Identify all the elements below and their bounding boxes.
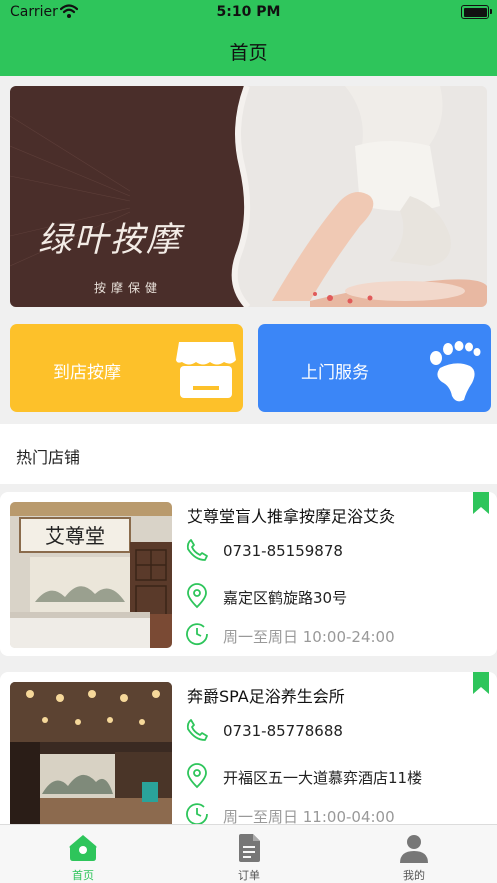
tab-profile-label: 我的 [403,869,425,882]
navigation-bar: 首页 [0,26,497,76]
shop-photo: 艾尊堂 [10,502,172,648]
section-title: 热门店铺 [16,448,81,467]
banner-title: 绿叶按摩 [38,220,182,260]
status-bar: Carrier 5:10 PM [0,0,497,26]
shop-address: 嘉定区鹤旋路30号 [223,589,348,607]
shop-name: 艾尊堂盲人推拿按摩足浴艾灸 [187,507,396,526]
tab-profile[interactable]: 我的 [331,825,497,883]
shop-address: 开福区五一大道慕弈酒店11楼 [223,769,423,787]
tab-orders[interactable]: 订单 [166,825,332,883]
shop-phone: 0731-85778688 [223,722,343,740]
in-store-massage-button[interactable]: 到店按摩 [10,324,243,412]
bookmark-icon[interactable] [473,492,489,514]
in-store-massage-label: 到店按摩 [53,363,121,383]
shop-phone: 0731-85159878 [223,542,343,560]
footprint-icon [430,341,481,402]
clock: 5:10 PM [216,4,281,20]
tab-bar: 首页 订单 我的 [0,824,497,883]
page-title: 首页 [229,42,268,64]
shop-hours: 周一至周日 10:00-24:00 [223,628,395,646]
shop-name: 奔爵SPA足浴养生会所 [187,687,345,706]
location-pin-icon [187,583,207,609]
promo-banner[interactable]: 绿叶按摩 按摩保健 [10,86,487,307]
tab-home[interactable]: 首页 [0,825,166,883]
tab-orders-label: 订单 [238,869,260,882]
storefront-icon [176,342,236,398]
shop-photo [10,682,172,828]
shop-sign-text: 艾尊堂 [45,524,105,548]
phone-icon [186,719,208,741]
clock-icon [186,803,208,826]
home-icon [69,835,97,861]
shop-card[interactable]: 奔爵SPA足浴养生会所 0731-85778688 开福区五一大道慕弈酒店11楼… [0,672,497,836]
section-header: 热门店铺 [0,424,497,484]
document-icon [239,834,260,862]
banner-image [10,86,487,307]
phone-icon [186,539,208,561]
battery-icon [461,5,492,19]
tab-home-label: 首页 [72,869,94,882]
location-pin-icon [187,763,207,789]
user-icon [400,835,428,863]
shop-card[interactable]: 艾尊堂 艾尊堂盲人推拿按摩足浴艾灸 0731-85159878 嘉定区鹤旋路30… [0,492,497,656]
home-service-label: 上门服务 [301,363,369,383]
bookmark-icon[interactable] [473,672,489,694]
banner-subtitle: 按摩保健 [94,281,163,295]
clock-icon [186,623,208,646]
home-service-button[interactable]: 上门服务 [258,324,491,412]
